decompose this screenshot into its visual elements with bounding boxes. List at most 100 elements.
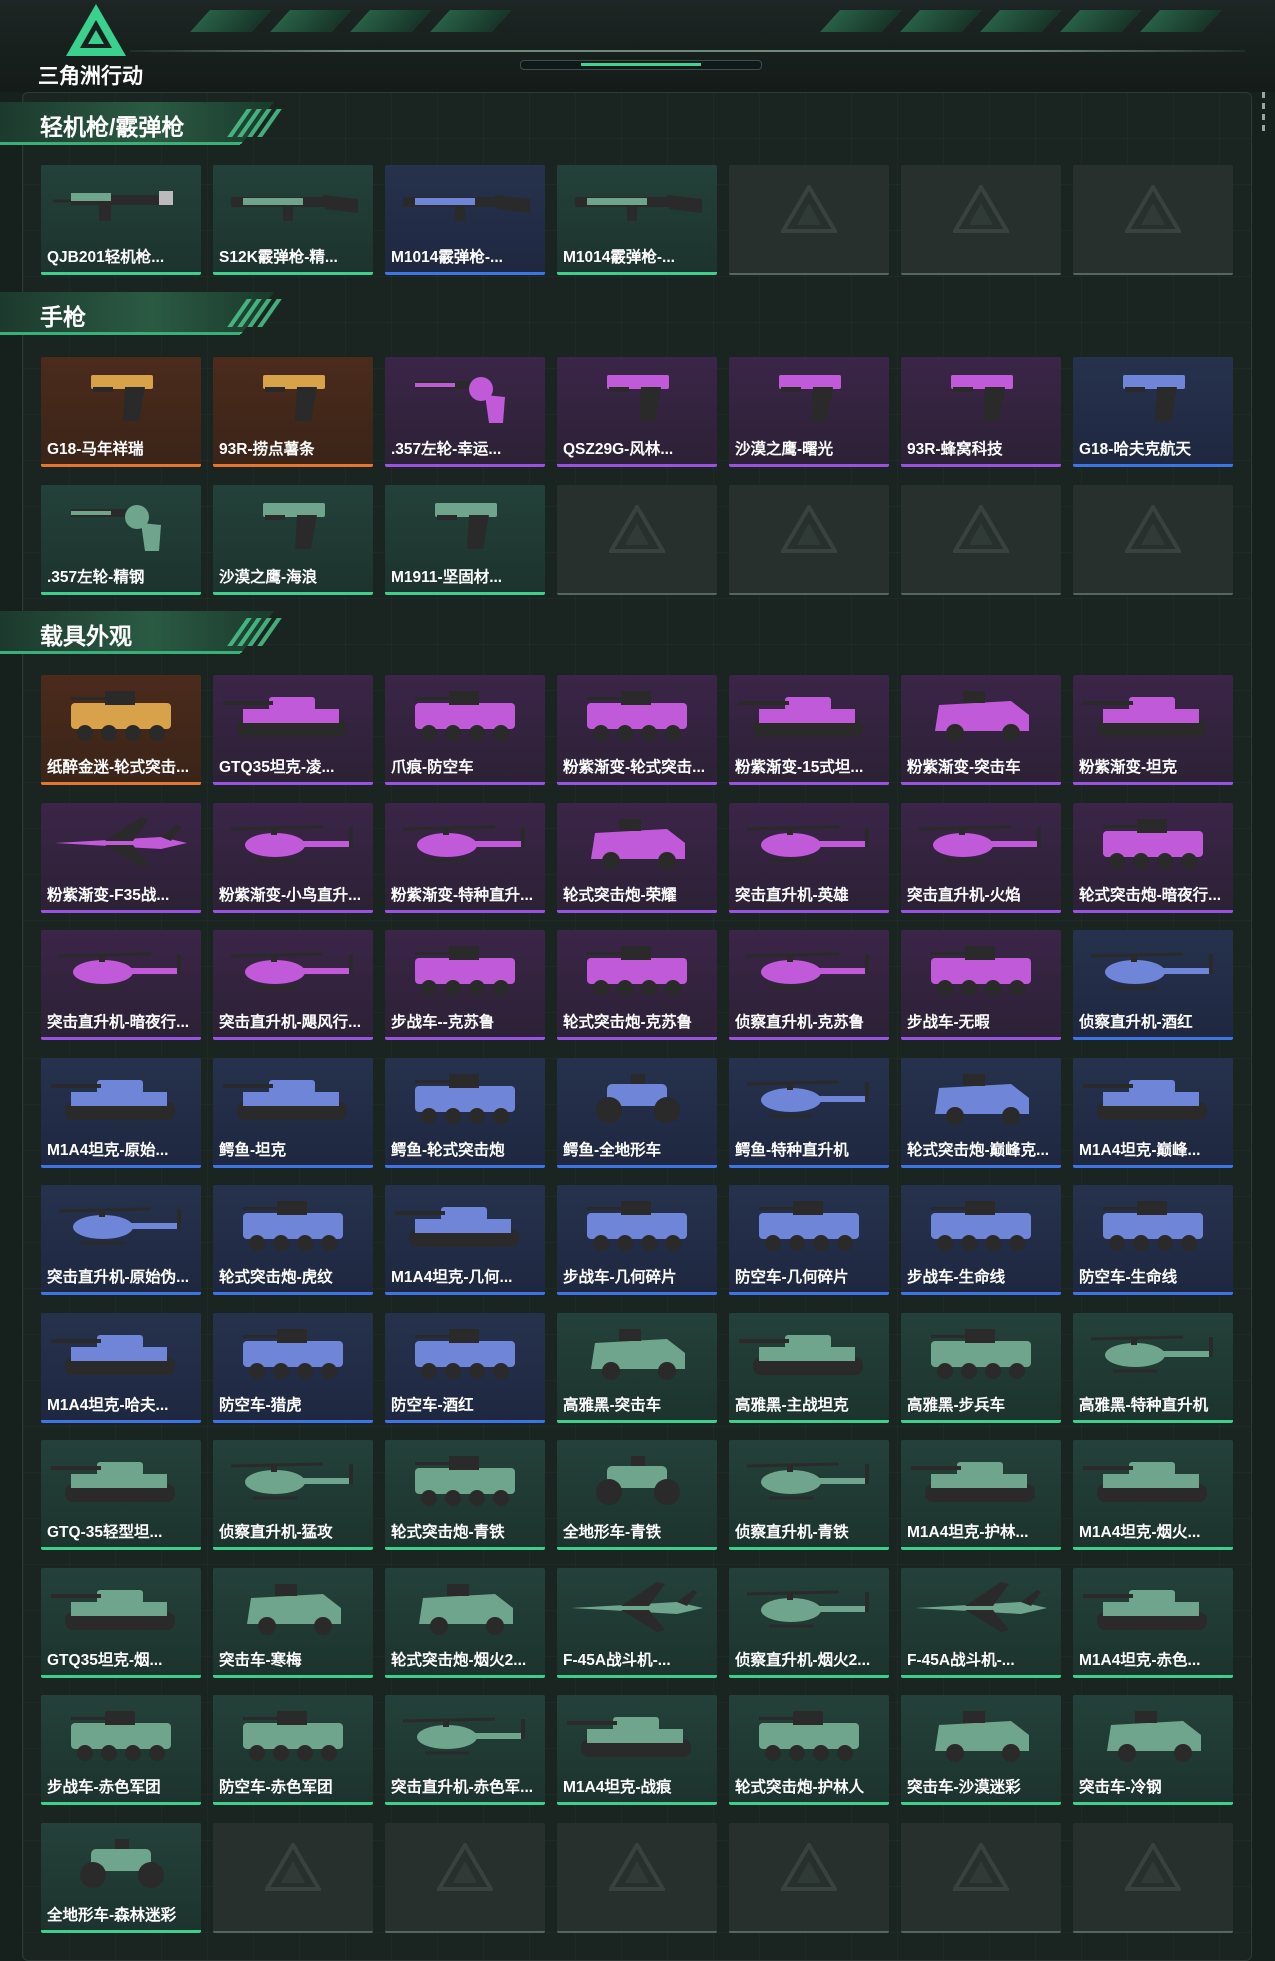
item-tile[interactable]: 步战车-生命线 — [901, 1185, 1061, 1295]
item-tile[interactable]: 全地形车-森林迷彩 — [41, 1822, 201, 1933]
item-tile[interactable]: 轮式突击炮-暗夜行... — [1073, 802, 1233, 913]
item-tile[interactable]: 轮式突击炮-巅峰克... — [901, 1057, 1061, 1168]
item-tile[interactable]: 突击直升机-飓风行... — [213, 930, 373, 1040]
item-tile[interactable]: 粉紫渐变-小鸟直升... — [213, 802, 373, 913]
item-tile[interactable]: GTQ35坦克-凌... — [213, 675, 373, 785]
item-tile[interactable]: M1A4坦克-几何... — [385, 1185, 545, 1295]
item-tile[interactable]: 粉紫渐变-坦克 — [1073, 675, 1233, 785]
item-tile[interactable]: 鳄鱼-坦克 — [213, 1057, 373, 1168]
item-tile[interactable]: 全地形车-青铁 — [557, 1440, 717, 1550]
item-label: 粉紫渐变-突击车 — [907, 759, 1021, 776]
item-tile[interactable]: .357左轮-精钢 — [41, 485, 201, 595]
item-tile[interactable]: S12K霰弹枪-精... — [213, 165, 373, 275]
item-tile[interactable]: M1A4坦克-赤色... — [1073, 1567, 1233, 1678]
item-image — [385, 1695, 545, 1775]
item-tile[interactable]: M1A4坦克-巅峰... — [1073, 1057, 1233, 1168]
item-tile[interactable]: 侦察直升机-酒红 — [1073, 930, 1233, 1040]
item-tile[interactable]: QSZ29G-风林... — [557, 357, 717, 467]
pistol-icon — [951, 375, 1013, 421]
item-tile[interactable]: GTQ35坦克-烟... — [41, 1567, 201, 1678]
item-tile[interactable]: 轮式突击炮-护林人 — [729, 1695, 889, 1805]
rarity-bar — [729, 782, 889, 785]
item-tile[interactable]: 鳄鱼-特种直升机 — [729, 1057, 889, 1168]
item-tile[interactable]: 突击直升机-赤色军... — [385, 1695, 545, 1805]
item-tile[interactable]: 突击直升机-暗夜行... — [41, 930, 201, 1040]
item-tile[interactable]: 粉紫渐变-F35战... — [41, 802, 201, 913]
rarity-bar — [213, 592, 373, 595]
item-tile[interactable]: 轮式突击炮-克苏鲁 — [557, 930, 717, 1040]
item-tile[interactable]: QJB201轻机枪... — [41, 165, 201, 275]
item-tile[interactable]: M1014霰弹枪-... — [385, 165, 545, 275]
item-tile[interactable]: 粉紫渐变-15式坦... — [729, 675, 889, 785]
empty-slot — [729, 165, 889, 275]
rarity-bar — [385, 272, 545, 275]
item-tile[interactable]: 步战车-几何碎片 — [557, 1185, 717, 1295]
item-tile[interactable]: 高雅黑-特种直升机 — [1073, 1312, 1233, 1423]
item-tile[interactable]: 高雅黑-步兵车 — [901, 1312, 1061, 1423]
item-tile[interactable]: 突击直升机-火焰 — [901, 802, 1061, 913]
item-tile[interactable]: M1A4坦克-哈夫... — [41, 1312, 201, 1423]
item-tile[interactable]: 侦察直升机-青铁 — [729, 1440, 889, 1550]
item-tile[interactable]: M1A4坦克-战痕 — [557, 1695, 717, 1805]
item-tile[interactable]: 步战车-无暇 — [901, 930, 1061, 1040]
item-tile[interactable]: 鳄鱼-全地形车 — [557, 1057, 717, 1168]
item-tile[interactable]: F-45A战斗机-... — [557, 1567, 717, 1678]
item-tile[interactable]: 粉紫渐变-轮式突击... — [557, 675, 717, 785]
item-tile[interactable]: 高雅黑-突击车 — [557, 1312, 717, 1423]
item-tile[interactable]: 防空车-猎虎 — [213, 1312, 373, 1423]
item-tile[interactable]: 93R-捞点薯条 — [213, 357, 373, 467]
item-tile[interactable]: 侦察直升机-烟火2... — [729, 1567, 889, 1678]
item-tile[interactable]: M1A4坦克-烟火... — [1073, 1440, 1233, 1550]
item-tile[interactable]: 防空车-几何碎片 — [729, 1185, 889, 1295]
item-tile[interactable]: 纸醉金迷-轮式突击... — [41, 675, 201, 785]
item-image — [557, 1568, 717, 1648]
empty-slot — [729, 1822, 889, 1933]
item-tile[interactable]: 爪痕-防空车 — [385, 675, 545, 785]
item-tile[interactable]: M1014霰弹枪-... — [557, 165, 717, 275]
item-tile[interactable]: 轮式突击炮-青铁 — [385, 1440, 545, 1550]
item-label: 沙漠之鹰-曙光 — [735, 441, 834, 458]
item-tile[interactable]: 粉紫渐变-特种直升... — [385, 802, 545, 913]
item-tile[interactable]: 轮式突击炮-荣耀 — [557, 802, 717, 913]
item-tile[interactable]: G18-马年祥瑞 — [41, 357, 201, 467]
item-tile[interactable]: 侦察直升机-克苏鲁 — [729, 930, 889, 1040]
item-tile[interactable]: 防空车-生命线 — [1073, 1185, 1233, 1295]
item-tile[interactable]: 高雅黑-主战坦克 — [729, 1312, 889, 1423]
placeholder-logo-icon — [953, 185, 1009, 233]
item-tile[interactable]: 突击直升机-英雄 — [729, 802, 889, 913]
rarity-bar — [41, 1419, 201, 1423]
item-tile[interactable]: 沙漠之鹰-海浪 — [213, 485, 373, 595]
item-tile[interactable]: M1A4坦克-原始... — [41, 1057, 201, 1168]
rarity-bar — [385, 464, 545, 467]
item-label: 高雅黑-突击车 — [563, 1396, 662, 1414]
item-tile[interactable]: 突击车-寒梅 — [213, 1567, 373, 1678]
item-image — [1073, 803, 1233, 883]
item-tile[interactable]: G18-哈夫克航天 — [1073, 357, 1233, 467]
item-tile[interactable]: 突击直升机-原始伪... — [41, 1185, 201, 1295]
item-image — [901, 1058, 1061, 1138]
rarity-bar — [41, 909, 201, 913]
item-tile[interactable]: 鳄鱼-轮式突击炮 — [385, 1057, 545, 1168]
item-tile[interactable]: 沙漠之鹰-曙光 — [729, 357, 889, 467]
item-tile[interactable]: 突击车-冷钢 — [1073, 1695, 1233, 1805]
item-tile[interactable]: 轮式突击炮-烟火2... — [385, 1567, 545, 1678]
item-tile[interactable]: 突击车-沙漠迷彩 — [901, 1695, 1061, 1805]
item-tile[interactable]: 93R-蜂窝科技 — [901, 357, 1061, 467]
item-tile[interactable]: .357左轮-幸运... — [385, 357, 545, 467]
item-tile[interactable]: 步战车--克苏鲁 — [385, 930, 545, 1040]
item-label: 突击直升机-赤色军... — [391, 1779, 534, 1796]
item-tile[interactable]: F-45A战斗机-... — [901, 1567, 1061, 1678]
item-tile[interactable]: 粉紫渐变-突击车 — [901, 675, 1061, 785]
item-tile[interactable]: GTQ-35轻型坦... — [41, 1440, 201, 1550]
item-tile[interactable]: 侦察直升机-猛攻 — [213, 1440, 373, 1550]
placeholder-logo-icon — [953, 505, 1009, 553]
heli-icon — [1090, 1335, 1213, 1372]
item-tile[interactable]: M1A4坦克-护林... — [901, 1440, 1061, 1550]
item-tile[interactable]: 轮式突击炮-虎纹 — [213, 1185, 373, 1295]
item-tile[interactable]: M1911-坚固材... — [385, 485, 545, 595]
item-tile[interactable]: 步战车-赤色军团 — [41, 1695, 201, 1805]
scrollbar[interactable] — [1262, 92, 1266, 152]
item-image — [385, 357, 545, 437]
item-tile[interactable]: 防空车-赤色军团 — [213, 1695, 373, 1805]
item-tile[interactable]: 防空车-酒红 — [385, 1312, 545, 1423]
